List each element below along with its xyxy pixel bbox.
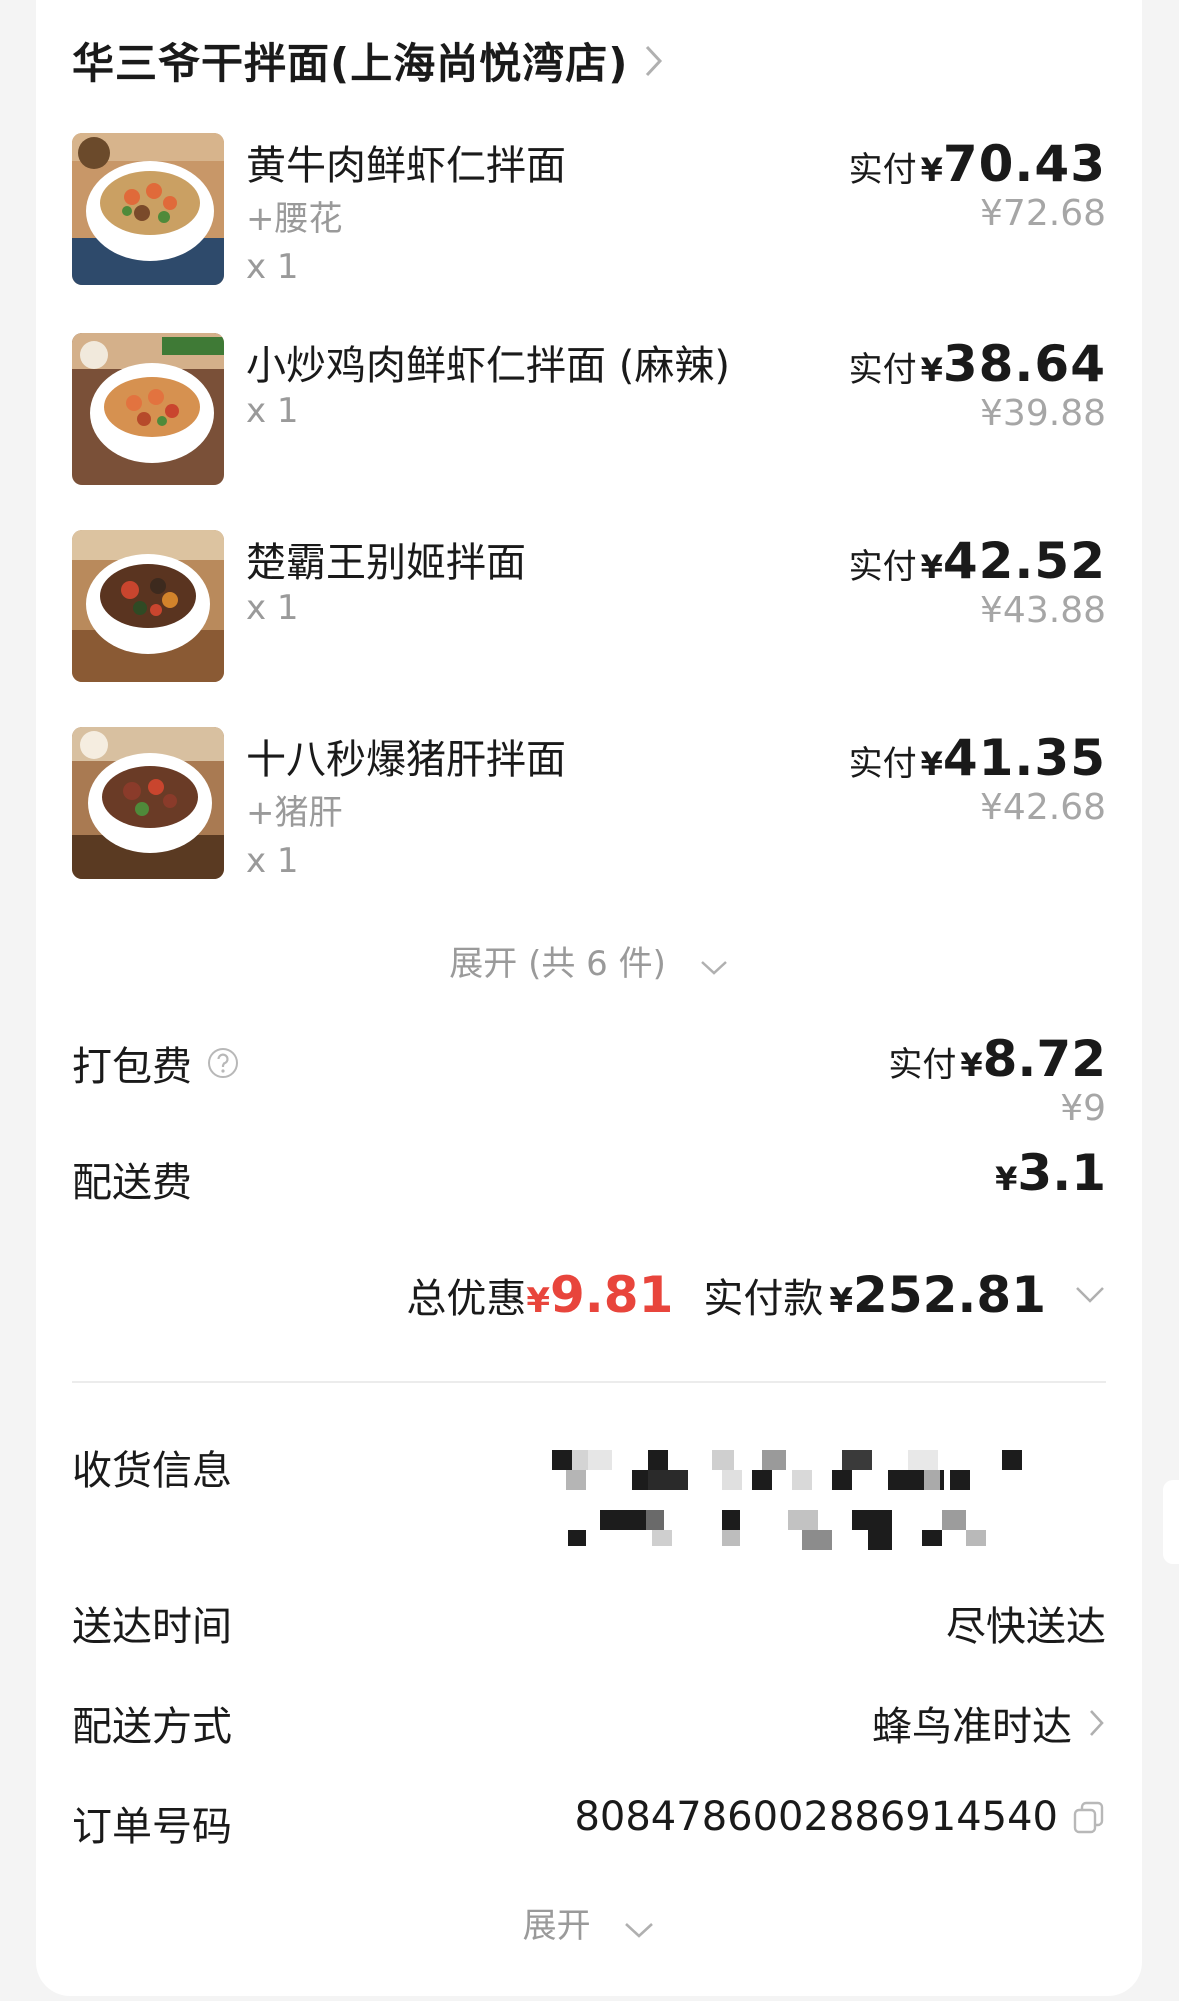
- paid-amount: 41.35: [942, 729, 1106, 787]
- help-circle-icon[interactable]: [206, 1046, 240, 1080]
- paid-label: 实付: [888, 1045, 957, 1085]
- dish-image: [72, 333, 224, 485]
- paid-label: 实付: [848, 547, 917, 587]
- address-label: 收货信息: [72, 1448, 232, 1494]
- item-name: 十八秒爆猪肝拌面: [246, 737, 566, 783]
- item-name: 小炒鸡肉鲜虾仁拌面 (麻辣): [246, 343, 730, 389]
- chevron-down-icon: [1074, 1285, 1106, 1305]
- currency-symbol: ¥: [920, 151, 943, 189]
- shop-name: 华三爷干拌面(上海尚悦湾店): [72, 39, 629, 88]
- expand-more-button[interactable]: 展开: [36, 1898, 1142, 1948]
- order-detail-card: 华三爷干拌面(上海尚悦湾店) 黄牛肉鲜虾仁拌面 +腰花 x 1 实付 ¥ 70.…: [36, 0, 1142, 1996]
- order-summary[interactable]: 总优惠 ¥ 9.81 实付款 ¥ 252.81: [406, 1266, 1106, 1324]
- address-redacted: [552, 1450, 1142, 1558]
- discount-label: 总优惠: [406, 1276, 527, 1322]
- currency-symbol: ¥: [995, 1160, 1018, 1198]
- paid-label: 实付: [848, 350, 917, 390]
- order-number-value: 8084786002886914540: [574, 1794, 1058, 1840]
- currency-symbol: ¥: [960, 1046, 983, 1084]
- shop-link[interactable]: 华三爷干拌面(上海尚悦湾店): [72, 30, 664, 91]
- side-handle[interactable]: [1163, 1480, 1179, 1564]
- item-price: 实付 ¥ 42.52 ¥43.88: [849, 532, 1106, 631]
- discount-amount: 9.81: [550, 1266, 674, 1324]
- delivery-time-value: 尽快送达: [946, 1604, 1106, 1650]
- order-item[interactable]: 小炒鸡肉鲜虾仁拌面 (麻辣) x 1 实付 ¥ 38.64 ¥39.88: [72, 333, 1106, 485]
- packing-fee-amount: 8.72: [982, 1030, 1106, 1088]
- packing-fee-label: 打包费: [72, 1044, 192, 1090]
- chevron-down-icon: [623, 1908, 655, 1948]
- item-addon: +腰花: [246, 199, 343, 239]
- delivery-fee-price: ¥ 3.1: [995, 1144, 1106, 1202]
- original-price: ¥42.68: [980, 787, 1106, 828]
- paid-amount: 42.52: [942, 532, 1106, 590]
- packing-fee-original: ¥9: [1060, 1088, 1106, 1129]
- delivery-method-link[interactable]: 蜂鸟准时达: [872, 1694, 1106, 1752]
- item-quantity: x 1: [246, 841, 299, 881]
- original-price: ¥39.88: [980, 393, 1106, 434]
- currency-symbol: ¥: [526, 1281, 550, 1321]
- delivery-time-label: 送达时间: [72, 1604, 232, 1650]
- currency-symbol: ¥: [920, 548, 943, 586]
- delivery-method-value: 蜂鸟准时达: [872, 1704, 1072, 1750]
- dish-image: [72, 530, 224, 682]
- order-item[interactable]: 黄牛肉鲜虾仁拌面 +腰花 x 1 实付 ¥ 70.43 ¥72.68: [72, 133, 1106, 287]
- dish-image: [72, 133, 224, 285]
- original-price: ¥72.68: [980, 193, 1106, 234]
- expand-items-button[interactable]: 展开 (共 6 件): [36, 936, 1142, 986]
- chevron-right-icon: [1088, 1706, 1106, 1740]
- total-label: 实付款: [703, 1276, 824, 1322]
- expand-more-label: 展开: [522, 1906, 591, 1946]
- chevron-right-icon: [644, 44, 664, 78]
- delivery-fee-label: 配送费: [72, 1160, 192, 1206]
- item-price: 实付 ¥ 70.43 ¥72.68: [849, 135, 1106, 234]
- currency-symbol: ¥: [829, 1281, 854, 1321]
- currency-symbol: ¥: [920, 745, 943, 783]
- order-number-label: 订单号码: [72, 1804, 232, 1850]
- paid-label: 实付: [848, 150, 917, 190]
- copy-icon[interactable]: [1072, 1800, 1106, 1834]
- packing-fee-row: 打包费: [72, 1034, 240, 1092]
- item-quantity: x 1: [246, 247, 299, 287]
- total-amount: 252.81: [853, 1266, 1046, 1324]
- item-name: 楚霸王别姬拌面: [246, 540, 526, 586]
- item-addon: +猪肝: [246, 793, 343, 833]
- expand-items-label: 展开 (共 6 件): [449, 944, 666, 984]
- item-price: 实付 ¥ 38.64 ¥39.88: [849, 335, 1106, 434]
- item-quantity: x 1: [246, 391, 299, 431]
- chevron-down-icon: [699, 946, 729, 986]
- order-item[interactable]: 楚霸王别姬拌面 x 1 实付 ¥ 42.52 ¥43.88: [72, 530, 1106, 682]
- delivery-method-label: 配送方式: [72, 1704, 232, 1750]
- packing-fee-price: 实付 ¥ 8.72 ¥9: [888, 1030, 1106, 1129]
- paid-amount: 70.43: [942, 135, 1106, 193]
- order-number-row: 8084786002886914540: [574, 1794, 1106, 1840]
- divider: [72, 1381, 1106, 1383]
- item-name: 黄牛肉鲜虾仁拌面: [246, 143, 566, 189]
- original-price: ¥43.88: [980, 590, 1106, 631]
- paid-label: 实付: [848, 744, 917, 784]
- dish-image: [72, 727, 224, 879]
- currency-symbol: ¥: [920, 351, 943, 389]
- delivery-fee-amount: 3.1: [1017, 1144, 1106, 1202]
- item-price: 实付 ¥ 41.35 ¥42.68: [849, 729, 1106, 828]
- paid-amount: 38.64: [942, 335, 1106, 393]
- item-quantity: x 1: [246, 588, 299, 628]
- order-item[interactable]: 十八秒爆猪肝拌面 +猪肝 x 1 实付 ¥ 41.35 ¥42.68: [72, 727, 1106, 881]
